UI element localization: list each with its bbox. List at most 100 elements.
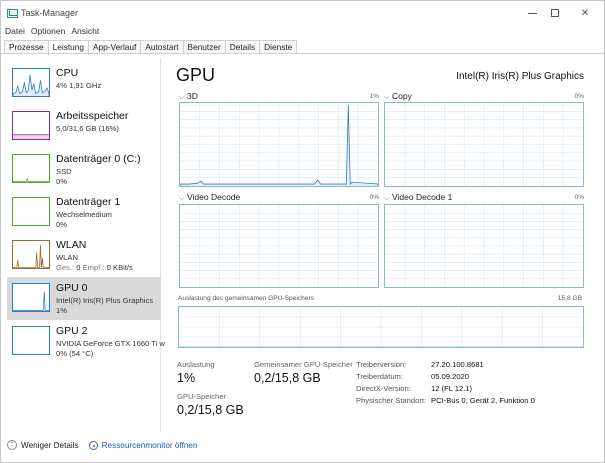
title-bar: Task-Manager ✕ — [1, 1, 604, 25]
shared-memory-graph-max: 15,8 GB — [557, 295, 582, 302]
sidebar-disk1-usage: 0% — [56, 220, 67, 229]
graph-video-decode-percent: 0% — [369, 194, 379, 201]
graph-copy-plot — [385, 103, 583, 186]
chevron-down-icon: ⌵ — [384, 195, 390, 202]
sidebar-item-wlan[interactable]: WLAN WLAN Ges.: 0 Empf.: 0 KBit/s — [7, 234, 161, 277]
shared-memory-graph-plot — [179, 307, 583, 347]
graph-3d — [179, 102, 379, 187]
sidebar-disk1-type: Wechselmedium — [56, 210, 112, 219]
sidebar-item-gpu0[interactable]: GPU 0 Intel(R) Iris(R) Plus Graphics 1% — [7, 277, 161, 320]
graph-video-decode-1-plot — [385, 205, 583, 287]
sidebar-item-memory[interactable]: Arbeitsspeicher 5,0/31,6 GB (16%) — [7, 105, 161, 148]
window-title: Task-Manager — [21, 8, 79, 18]
graph-copy-label: Copy — [392, 91, 412, 101]
sidebar-disk0-title: Datenträger 0 (C:) — [56, 153, 141, 165]
driver-version-label: Treiberversion: — [356, 360, 407, 369]
maximize-icon — [551, 9, 559, 17]
sidebar-item-disk1[interactable]: Datenträger 1 Wechselmedium 0% — [7, 191, 161, 234]
menu-optionen[interactable]: Optionen — [31, 26, 66, 38]
graph-copy-percent: 0% — [574, 93, 584, 100]
graph-3d-label: 3D — [187, 91, 198, 101]
tab-details[interactable]: Details — [224, 40, 261, 54]
tab-divider — [1, 53, 604, 54]
cpu-thumbnail-graph — [12, 68, 50, 97]
gpu2-thumbnail-graph — [12, 326, 50, 355]
minimize-button[interactable] — [521, 5, 543, 21]
sidebar-item-disk0[interactable]: Datenträger 0 (C:) SSD 0% — [7, 148, 161, 191]
tab-autostart[interactable]: Autostart — [140, 40, 184, 54]
wlan-receive-value: 0 KBit/s — [106, 263, 133, 272]
footer-bar: ⌃ Weniger Details Ressourcenmonitor öffn… — [7, 438, 198, 452]
graph-video-decode-label: Video Decode — [187, 192, 241, 202]
memory-thumbnail-fill — [13, 134, 49, 140]
maximize-button[interactable] — [544, 5, 566, 21]
fewer-details-button[interactable]: Weniger Details — [21, 441, 79, 450]
menu-bar: Datei Optionen Ansicht — [5, 26, 99, 38]
graph-video-decode-1 — [384, 204, 584, 288]
graph-video-decode-1-selector[interactable]: ⌵ Video Decode 1 — [384, 192, 452, 203]
utilization-value: 1% — [177, 371, 196, 385]
tab-app-verlauf[interactable]: App-Verlauf — [87, 40, 142, 54]
open-resource-monitor-link[interactable]: Ressourcenmonitor öffnen — [102, 441, 198, 450]
driver-date-value: 05.09.2020 — [431, 372, 470, 381]
page-title: GPU — [176, 65, 216, 85]
gpu0-thumbnail-graph — [12, 283, 50, 312]
shared-gpu-memory-label: Gemeinsamer GPU-Speicher — [254, 360, 353, 369]
tab-bar: Prozesse Leistung App-Verlauf Autostart … — [4, 40, 298, 55]
shared-memory-graph — [178, 306, 584, 348]
close-button[interactable]: ✕ — [574, 5, 596, 21]
graph-3d-selector[interactable]: ⌵ 3D — [179, 91, 198, 102]
tab-benutzer[interactable]: Benutzer — [182, 40, 226, 54]
gpu-memory-value: 0,2/15,8 GB — [177, 403, 244, 417]
sidebar-gpu2-title: GPU 2 — [56, 325, 88, 337]
menu-datei[interactable]: Datei — [5, 26, 25, 38]
resource-monitor-icon — [88, 440, 98, 450]
sidebar-gpu2-usage: 0% (54 °C) — [56, 349, 94, 358]
performance-sidebar: CPU 4% 1,91 GHz Arbeitsspeicher 5,0/31,6… — [5, 58, 165, 432]
sidebar-gpu2-model: NVIDIA GeForce GTX 1660 Ti w — [56, 339, 165, 348]
sidebar-disk0-type: SSD — [56, 167, 72, 176]
physical-location-value: PCI-Bus 0, Gerät 2, Funktion 0 — [431, 396, 535, 405]
menu-ansicht[interactable]: Ansicht — [71, 26, 99, 38]
shared-gpu-memory-value: 0,2/15,8 GB — [254, 371, 321, 385]
wlan-thumbnail-line — [12, 244, 50, 269]
disk1-thumbnail-graph — [12, 197, 50, 226]
wlan-send-label: Ges.: — [56, 263, 77, 272]
graph-video-decode-selector[interactable]: ⌵ Video Decode — [179, 192, 240, 203]
sidebar-cpu-usage: 4% 1,91 GHz — [56, 81, 102, 90]
gpu-memory-label: GPU-Speicher — [177, 392, 226, 401]
sidebar-cpu-title: CPU — [56, 67, 79, 79]
sidebar-gpu0-usage: 1% — [56, 306, 67, 315]
sidebar-gpu0-model: Intel(R) Iris(R) Plus Graphics — [56, 296, 154, 305]
wlan-thumbnail-graph — [12, 240, 50, 269]
memory-thumbnail-graph — [12, 111, 50, 140]
sidebar-memory-title: Arbeitsspeicher — [56, 110, 129, 122]
sidebar-wlan-throughput: Ges.: 0 Empf.: 0 KBit/s — [56, 263, 133, 272]
tab-dienste[interactable]: Dienste — [259, 40, 298, 54]
gpu-model-name: Intel(R) Iris(R) Plus Graphics — [456, 71, 584, 82]
directx-version-label: DirectX-Version: — [356, 384, 411, 393]
sidebar-item-gpu2[interactable]: GPU 2 NVIDIA GeForce GTX 1660 Ti w 0% (5… — [7, 320, 165, 363]
wlan-receive-label: Empf.: — [82, 263, 107, 272]
chevron-up-icon[interactable]: ⌃ — [7, 440, 17, 450]
sidebar-gpu0-title: GPU 0 — [56, 282, 88, 294]
tab-prozesse[interactable]: Prozesse — [4, 40, 49, 54]
chevron-down-icon: ⌵ — [179, 195, 185, 202]
sidebar-wlan-name: WLAN — [56, 253, 78, 262]
shared-memory-graph-label: Auslastung des gemeinsamen GPU-Speichers — [178, 295, 314, 302]
graph-video-decode-1-label: Video Decode 1 — [392, 192, 453, 202]
sidebar-item-cpu[interactable]: CPU 4% 1,91 GHz — [7, 62, 161, 105]
sidebar-wlan-title: WLAN — [56, 239, 87, 251]
graph-copy — [384, 102, 584, 187]
sidebar-disk1-title: Datenträger 1 — [56, 196, 121, 208]
sidebar-memory-usage: 5,0/31,6 GB (16%) — [56, 124, 119, 133]
graph-3d-plot — [180, 103, 378, 186]
minimize-icon — [527, 12, 537, 14]
directx-version-value: 12 (FL 12.1) — [431, 384, 473, 393]
physical-location-label: Physischer Standort: — [356, 396, 427, 405]
graph-copy-selector[interactable]: ⌵ Copy — [384, 91, 412, 102]
gpu0-thumbnail-line — [13, 291, 49, 311]
graph-video-decode-plot — [180, 205, 378, 287]
close-icon: ✕ — [580, 7, 590, 19]
disk0-thumbnail-graph — [12, 154, 50, 183]
